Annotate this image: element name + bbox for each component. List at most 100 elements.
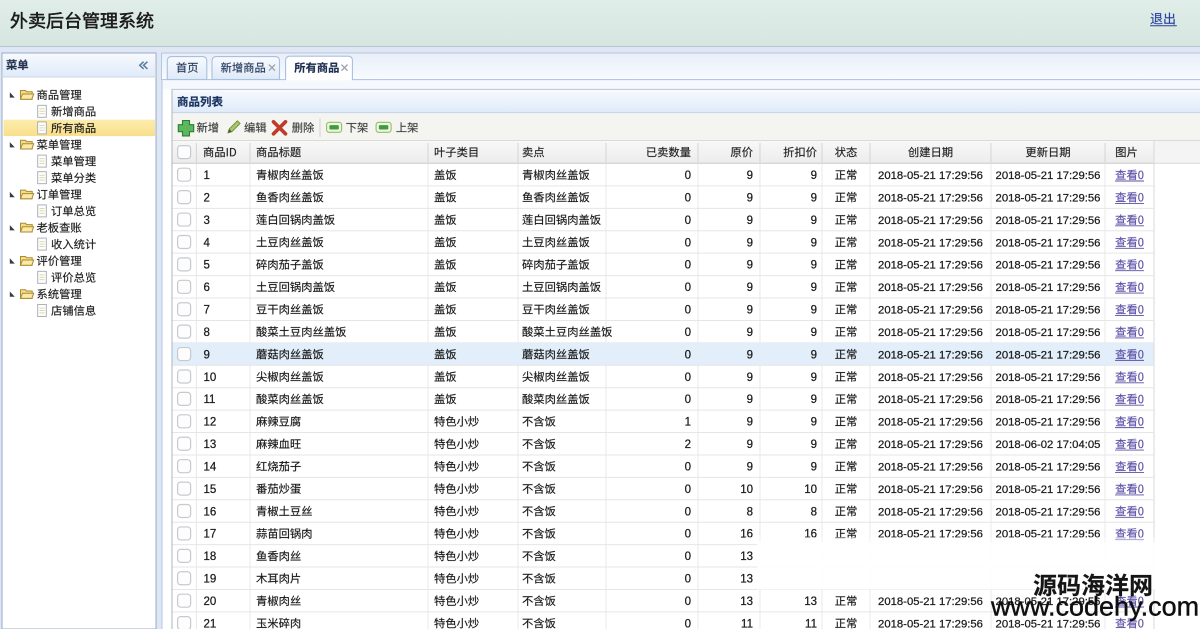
svg-text:2018-05-21 17:29:56: 2018-05-21 17:29:56 [878, 417, 983, 429]
svg-text:2018-05-21 17:29:56: 2018-05-21 17:29:56 [996, 282, 1101, 294]
svg-text:0: 0 [685, 327, 691, 339]
svg-text:9: 9 [811, 237, 817, 249]
svg-text:1: 1 [204, 170, 210, 182]
svg-text:13: 13 [740, 596, 753, 608]
svg-text:9: 9 [747, 305, 753, 317]
svg-text:www.codehy.com: www.codehy.com [990, 592, 1199, 622]
svg-text:2018-05-21 17:29:56: 2018-05-21 17:29:56 [878, 596, 983, 608]
svg-text:9: 9 [811, 417, 817, 429]
svg-text:2: 2 [685, 439, 691, 451]
svg-text:5: 5 [204, 260, 210, 272]
svg-text:9: 9 [747, 260, 753, 272]
svg-text:9: 9 [747, 417, 753, 429]
svg-text:0: 0 [685, 618, 691, 629]
svg-text:2018-05-21 17:29:56: 2018-05-21 17:29:56 [996, 170, 1101, 182]
svg-text:2018-05-21 17:29:56: 2018-05-21 17:29:56 [996, 305, 1101, 317]
svg-text:0: 0 [685, 372, 691, 384]
svg-text:13: 13 [740, 574, 753, 586]
svg-text:17: 17 [204, 529, 217, 541]
svg-text:2018-05-21 17:29:56: 2018-05-21 17:29:56 [996, 192, 1101, 204]
svg-text:2018-05-21 17:29:56: 2018-05-21 17:29:56 [996, 327, 1101, 339]
svg-text:9: 9 [747, 192, 753, 204]
svg-text:9: 9 [204, 349, 210, 361]
svg-text:0: 0 [685, 192, 691, 204]
svg-text:2018-05-21 17:29:56: 2018-05-21 17:29:56 [878, 305, 983, 317]
svg-text:10: 10 [804, 484, 817, 496]
svg-text:2018-05-21 17:29:56: 2018-05-21 17:29:56 [878, 506, 983, 518]
svg-text:0: 0 [685, 260, 691, 272]
svg-text:9: 9 [811, 305, 817, 317]
svg-text:0: 0 [685, 529, 691, 541]
svg-text:2018-05-21 17:29:56: 2018-05-21 17:29:56 [878, 237, 983, 249]
svg-text:9: 9 [747, 439, 753, 451]
svg-text:2018-05-21 17:29:56: 2018-05-21 17:29:56 [996, 506, 1101, 518]
svg-text:8: 8 [204, 327, 210, 339]
svg-text:2018-05-21 17:29:56: 2018-05-21 17:29:56 [878, 170, 983, 182]
svg-text:8: 8 [747, 506, 753, 518]
svg-text:0: 0 [685, 170, 691, 182]
svg-text:2: 2 [204, 192, 210, 204]
svg-text:2018-05-21 17:29:56: 2018-05-21 17:29:56 [878, 372, 983, 384]
svg-text:0: 0 [685, 461, 691, 473]
svg-text:2018-05-21 17:29:56: 2018-05-21 17:29:56 [878, 215, 983, 227]
svg-text:12: 12 [204, 417, 217, 429]
svg-text:2018-05-21 17:29:56: 2018-05-21 17:29:56 [878, 439, 983, 451]
svg-text:19: 19 [204, 574, 217, 586]
svg-text:13: 13 [740, 551, 753, 563]
svg-text:0: 0 [685, 506, 691, 518]
svg-text:2018-05-21 17:29:56: 2018-05-21 17:29:56 [878, 394, 983, 406]
svg-text:9: 9 [811, 461, 817, 473]
svg-text:11: 11 [741, 618, 753, 629]
svg-text:9: 9 [811, 260, 817, 272]
svg-text:0: 0 [685, 305, 691, 317]
svg-text:9: 9 [747, 237, 753, 249]
svg-text:21: 21 [204, 618, 217, 629]
svg-text:0: 0 [685, 282, 691, 294]
svg-text:9: 9 [811, 394, 817, 406]
svg-text:2018-05-21 17:29:56: 2018-05-21 17:29:56 [878, 327, 983, 339]
svg-text:2018-05-21 17:29:56: 2018-05-21 17:29:56 [996, 260, 1101, 272]
svg-text:2018-05-21 17:29:56: 2018-05-21 17:29:56 [996, 461, 1101, 473]
svg-text:2018-05-21 17:29:56: 2018-05-21 17:29:56 [996, 349, 1101, 361]
svg-text:9: 9 [811, 215, 817, 227]
svg-text:9: 9 [811, 439, 817, 451]
svg-text:14: 14 [204, 461, 217, 473]
svg-text:3: 3 [204, 215, 210, 227]
svg-text:0: 0 [685, 551, 691, 563]
svg-text:8: 8 [811, 506, 817, 518]
svg-text:10: 10 [204, 372, 217, 384]
svg-text:9: 9 [811, 170, 817, 182]
svg-text:9: 9 [811, 327, 817, 339]
svg-text:6: 6 [204, 282, 210, 294]
svg-text:0: 0 [685, 484, 691, 496]
svg-text:2018-05-21 17:29:56: 2018-05-21 17:29:56 [996, 237, 1101, 249]
svg-text:2018-05-21 17:29:56: 2018-05-21 17:29:56 [996, 394, 1101, 406]
svg-text:9: 9 [747, 282, 753, 294]
svg-text:9: 9 [811, 282, 817, 294]
svg-text:2018-05-21 17:29:56: 2018-05-21 17:29:56 [996, 417, 1101, 429]
svg-text:20: 20 [204, 596, 217, 608]
svg-text:10: 10 [740, 484, 753, 496]
svg-text:9: 9 [747, 461, 753, 473]
svg-text:9: 9 [747, 372, 753, 384]
svg-text:4: 4 [204, 237, 211, 249]
svg-text:16: 16 [204, 506, 217, 518]
svg-text:2018-05-21 17:29:56: 2018-05-21 17:29:56 [996, 372, 1101, 384]
svg-text:2018-06-02 17:04:05: 2018-06-02 17:04:05 [996, 439, 1101, 451]
svg-text:9: 9 [811, 372, 817, 384]
svg-text:9: 9 [747, 394, 753, 406]
svg-text:2018-05-21 17:29:56: 2018-05-21 17:29:56 [878, 484, 983, 496]
svg-text:11: 11 [805, 618, 817, 629]
svg-text:9: 9 [747, 170, 753, 182]
svg-text:7: 7 [204, 305, 210, 317]
svg-text:18: 18 [204, 551, 217, 563]
svg-text:2018-05-21 17:29:56: 2018-05-21 17:29:56 [996, 484, 1101, 496]
svg-text:0: 0 [685, 349, 691, 361]
svg-text:0: 0 [685, 394, 691, 406]
svg-text:0: 0 [685, 215, 691, 227]
svg-text:0: 0 [685, 237, 691, 249]
svg-text:0: 0 [685, 574, 691, 586]
svg-text:11: 11 [204, 394, 216, 406]
svg-text:2018-05-21 17:29:56: 2018-05-21 17:29:56 [878, 349, 983, 361]
svg-text:15: 15 [204, 484, 217, 496]
